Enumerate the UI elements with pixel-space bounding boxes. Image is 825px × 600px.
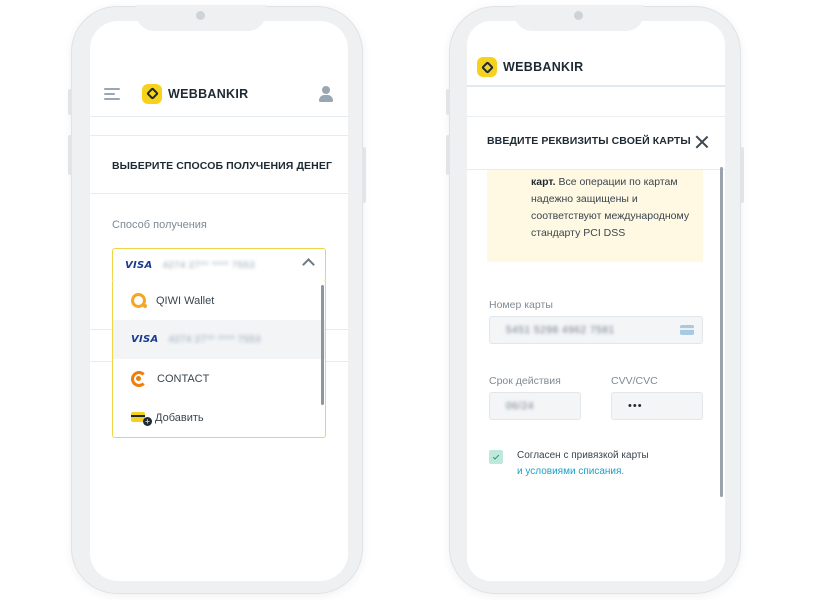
menu-icon[interactable] xyxy=(104,87,120,100)
section-title: ВЫБЕРИТЕ СПОСОБ ПОЛУЧЕНИЯ ДЕНЕГ xyxy=(112,160,332,172)
chevron-up-icon[interactable] xyxy=(302,258,315,271)
card-number-value: 5451 5298 4962 7581 xyxy=(506,324,615,336)
phone-side-button xyxy=(740,147,744,203)
camera-icon xyxy=(196,11,205,20)
logo-icon xyxy=(142,83,162,104)
phone-side-button xyxy=(446,89,450,115)
phone-side-button xyxy=(362,147,366,203)
dropdown-item-label: QIWI Wallet xyxy=(156,294,215,307)
dropdown-item-visa[interactable]: VISA 4274 27** **** 7553 xyxy=(113,320,325,359)
payout-method-dropdown: QIWI Wallet VISA 4274 27** **** 7553 CON… xyxy=(112,281,326,438)
phone-right: WEBBANKIR ВВЕДИТЕ РЕКВИЗИТЫ СВОЕЙ КАРТЫ … xyxy=(446,5,744,594)
terms-link[interactable]: и условиями списания. xyxy=(517,464,649,480)
visa-logo: VISA xyxy=(131,334,159,345)
dropdown-item-add[interactable]: + Добавить xyxy=(113,398,325,437)
card-number-label: Номер карты xyxy=(489,299,553,311)
dropdown-item-label: Добавить xyxy=(155,411,204,424)
agree-checkbox[interactable] xyxy=(489,450,503,464)
dropdown-scrollbar[interactable] xyxy=(321,285,324,405)
cvv-label: CVV/CVC xyxy=(611,375,658,387)
stage: WEBBANKIR ВЫБЕРИТЕ СПОСОБ ПОЛУЧЕНИЯ ДЕНЕ… xyxy=(0,0,825,600)
logo[interactable]: WEBBANKIR xyxy=(477,57,583,77)
user-icon[interactable] xyxy=(318,86,334,102)
divider xyxy=(90,135,348,136)
info-bold: карт. xyxy=(531,176,556,188)
phone-left: WEBBANKIR ВЫБЕРИТЕ СПОСОБ ПОЛУЧЕНИЯ ДЕНЕ… xyxy=(68,5,366,594)
card-number-input[interactable]: 5451 5298 4962 7581 xyxy=(489,316,703,344)
visa-logo: VISA xyxy=(125,259,153,271)
dropdown-item-contact[interactable]: CONTACT xyxy=(113,359,325,398)
card-details-modal: ВВЕДИТЕ РЕКВИЗИТЫ СВОЕЙ КАРТЫ карт. Все … xyxy=(467,117,725,581)
agree-label: Согласен с привязкой карты xyxy=(517,450,649,461)
logo-text: WEBBANKIR xyxy=(168,86,249,101)
phone-notch xyxy=(514,5,644,31)
modal-title: ВВЕДИТЕ РЕКВИЗИТЫ СВОЕЙ КАРТЫ xyxy=(487,135,691,147)
app-header: WEBBANKIR xyxy=(467,51,725,83)
contact-icon xyxy=(131,370,147,387)
cvv-value: ••• xyxy=(628,400,643,412)
payout-method-select[interactable]: VISA 4274 27** **** 7553 xyxy=(112,248,326,282)
card-number-masked: 4274 27** **** 7553 xyxy=(162,259,256,271)
dropdown-item-qiwi[interactable]: QIWI Wallet xyxy=(113,281,325,320)
page-background xyxy=(467,87,725,117)
phone-notch xyxy=(136,5,266,31)
left-screen: WEBBANKIR ВЫБЕРИТЕ СПОСОБ ПОЛУЧЕНИЯ ДЕНЕ… xyxy=(90,21,348,581)
modal-scrollbar[interactable] xyxy=(720,167,723,497)
phone-side-button xyxy=(68,89,72,115)
qiwi-icon xyxy=(131,293,147,308)
expiry-label: Срок действия xyxy=(489,375,561,387)
security-info-box: карт. Все операции по картам надежно защ… xyxy=(487,170,703,262)
expiry-value: 06/24 xyxy=(506,400,535,412)
cvv-input[interactable]: ••• xyxy=(611,392,703,420)
logo-icon xyxy=(477,57,497,77)
phone-side-button xyxy=(68,135,72,175)
camera-icon xyxy=(574,11,583,20)
dropdown-item-label: CONTACT xyxy=(157,372,210,385)
add-card-icon: + xyxy=(131,411,152,426)
card-icon xyxy=(680,325,694,335)
right-screen: WEBBANKIR ВВЕДИТЕ РЕКВИЗИТЫ СВОЕЙ КАРТЫ … xyxy=(467,21,725,581)
close-icon[interactable] xyxy=(695,135,709,149)
method-label: Способ получения xyxy=(112,219,207,231)
logo[interactable]: WEBBANKIR xyxy=(142,83,249,104)
divider xyxy=(90,193,348,194)
phone-side-button xyxy=(446,135,450,175)
card-number-masked: 4274 27** **** 7553 xyxy=(168,334,262,345)
expiry-input[interactable]: 06/24 xyxy=(489,392,581,420)
app-header: WEBBANKIR xyxy=(90,71,348,117)
check-icon xyxy=(492,452,500,460)
logo-text: WEBBANKIR xyxy=(503,60,584,74)
agree-text: Согласен с привязкой карты и условиями с… xyxy=(517,448,649,480)
